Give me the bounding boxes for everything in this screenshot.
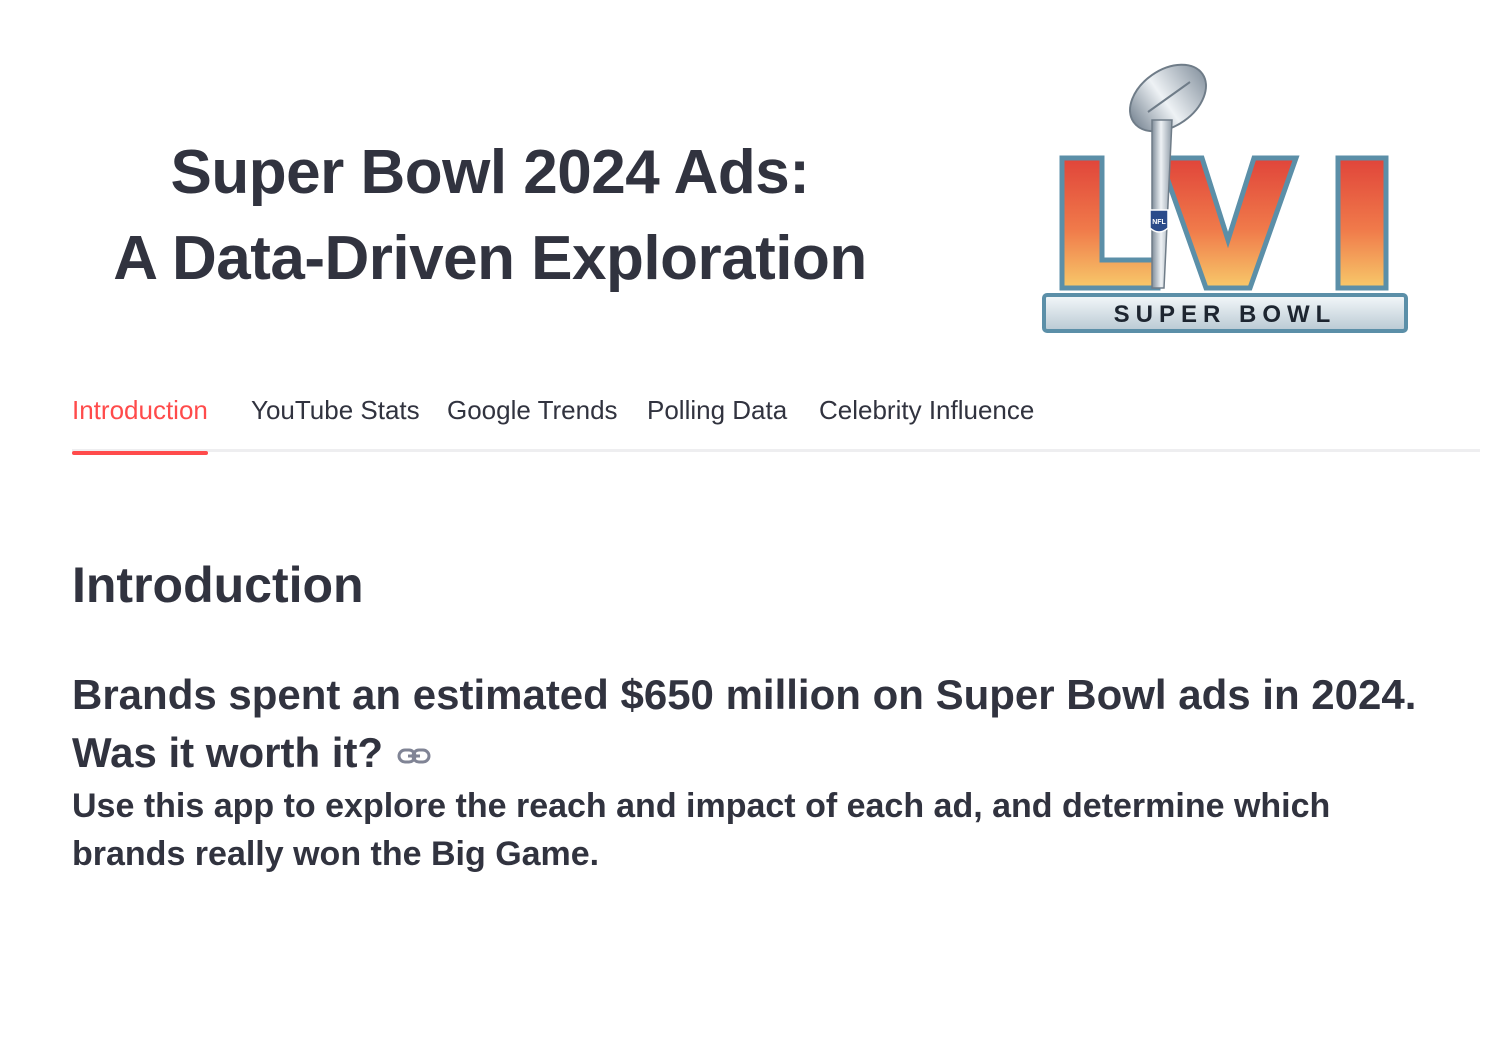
link-icon[interactable] [397, 745, 431, 767]
nfl-text: NFL [1152, 219, 1166, 226]
trophy-stem [1151, 119, 1173, 289]
numeral-v [1156, 155, 1300, 291]
numeral-l [1059, 155, 1161, 291]
tab-bar: Introduction YouTube Stats Google Trends… [72, 380, 1480, 455]
numeral-i [1335, 155, 1389, 291]
app-page: Super Bowl 2024 Ads: A Data-Driven Explo… [0, 0, 1509, 1054]
intro-paragraph-line2: brands really won the Big Game. [72, 835, 600, 873]
tab-youtube-stats[interactable]: YouTube Stats [251, 380, 420, 452]
page-title-line2: A Data-Driven Exploration [113, 223, 867, 293]
tab-google-trends[interactable]: Google Trends [447, 380, 618, 452]
intro-paragraph-line1: Use this app to explore the reach and im… [72, 787, 1331, 825]
tab-celebrity-influence[interactable]: Celebrity Influence [819, 380, 1034, 452]
page-title-line1: Super Bowl 2024 Ads: [170, 137, 810, 207]
tab-introduction[interactable]: Introduction [72, 380, 208, 455]
subheading: Brands spent an estimated $650 million o… [72, 666, 1492, 782]
logo-banner-text: SUPER BOWL [1114, 301, 1337, 328]
section-title: Introduction [72, 556, 364, 613]
subheading-line1: Brands spent an estimated $650 million o… [72, 671, 1417, 718]
super-bowl-lvi-logo: NFL SUPER BOWL [1042, 63, 1408, 333]
page-title: Super Bowl 2024 Ads: A Data-Driven Explo… [40, 130, 940, 302]
intro-paragraph: Use this app to explore the reach and im… [72, 782, 1492, 878]
subheading-line2: Was it worth it? [72, 729, 384, 776]
tab-polling-data[interactable]: Polling Data [647, 380, 787, 452]
